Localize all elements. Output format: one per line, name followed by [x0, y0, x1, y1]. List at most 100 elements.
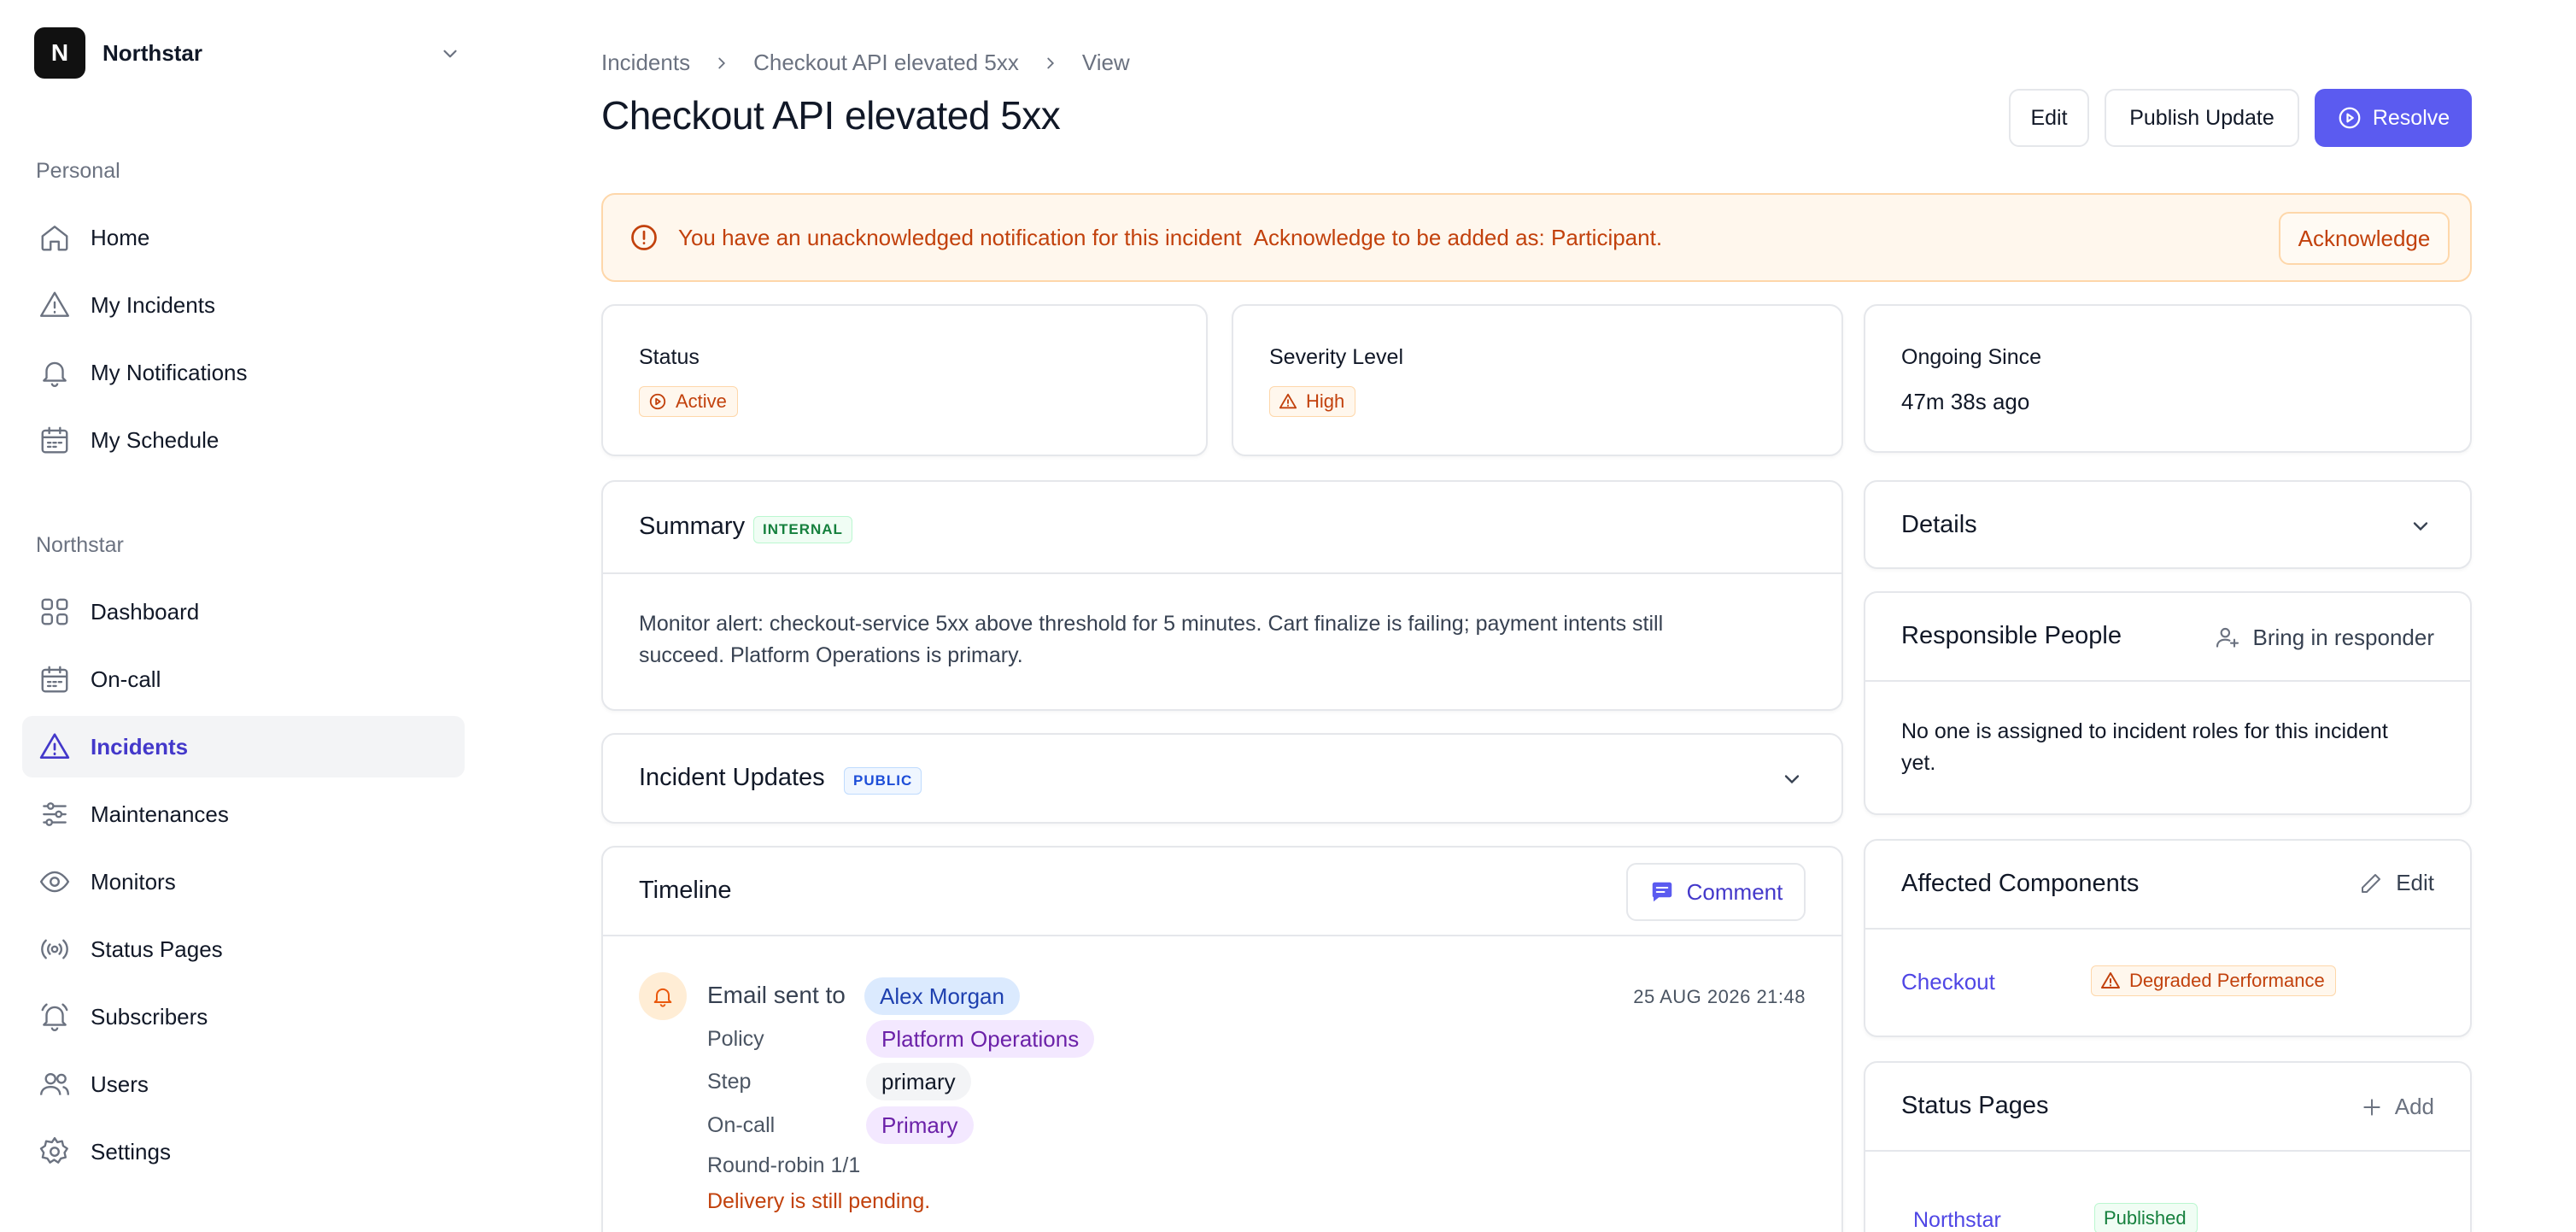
status-page-link[interactable]: Northstar	[1913, 1208, 2001, 1232]
comment-icon	[1649, 879, 1675, 905]
sidebar-item-on-call[interactable]: On-call	[22, 648, 465, 710]
sidebar-item-monitors[interactable]: Monitors	[22, 851, 465, 912]
play-circle-icon	[649, 393, 666, 410]
chevron-right-icon	[1041, 54, 1060, 73]
severity-label: Severity Level	[1269, 345, 1404, 369]
home-icon	[38, 220, 72, 255]
warning-icon	[38, 288, 72, 322]
component-link[interactable]: Checkout	[1901, 969, 1995, 995]
sidebar-item-label: My Incidents	[91, 291, 215, 318]
sidebar-item-label: Dashboard	[91, 598, 200, 625]
add-status-page-button[interactable]: Add	[2361, 1094, 2434, 1120]
sidebar-item-label: Users	[91, 1071, 149, 1097]
timeline-entry-prefix: Email sent to	[707, 982, 846, 1008]
ongoing-value: 47m 38s ago	[1901, 389, 2030, 414]
edit-button[interactable]: Edit	[2009, 89, 2089, 147]
policy-chip[interactable]: Platform Operations	[866, 1020, 1095, 1058]
sidebar-item-my-schedule[interactable]: My Schedule	[22, 409, 465, 471]
sidebar-item-label: Home	[91, 224, 150, 250]
bell-icon	[38, 1000, 72, 1034]
delivery-status: Delivery is still pending.	[707, 1189, 931, 1213]
summary-title: Summary	[639, 513, 746, 540]
add-label: Add	[2394, 1094, 2434, 1119]
user-plus-icon	[2216, 627, 2239, 648]
section-label-org: Northstar	[36, 533, 124, 557]
breadcrumb-incident[interactable]: Checkout API elevated 5xx	[753, 50, 1019, 76]
sidebar-item-maintenances[interactable]: Maintenances	[22, 783, 465, 845]
bell-icon	[653, 988, 672, 1007]
sidebar-item-subscribers[interactable]: Subscribers	[22, 986, 465, 1047]
step-chip: primary	[866, 1063, 971, 1100]
public-tag: PUBLIC	[844, 767, 922, 795]
summary-header: Summary INTERNAL	[603, 482, 1841, 574]
component-status-badge: Degraded Performance	[2091, 965, 2336, 996]
incident-updates-card[interactable]: Incident Updates PUBLIC	[601, 733, 1843, 824]
policy-label: Policy	[707, 1027, 764, 1051]
org-avatar: N	[34, 27, 85, 79]
grid-icon	[38, 595, 72, 629]
sidebar-item-incidents[interactable]: Incidents	[22, 716, 465, 777]
alert-circle-icon	[629, 222, 659, 253]
breadcrumb-view: View	[1081, 50, 1130, 75]
bell-icon	[38, 355, 72, 390]
responsible-line-1: No one is assigned to incident roles for…	[1901, 719, 2388, 743]
plus-icon	[2363, 1098, 2380, 1116]
pencil-icon	[2362, 873, 2381, 893]
resolve-button[interactable]: Resolve	[2315, 89, 2472, 147]
summary-line-1: Monitor alert: checkout-service 5xx abov…	[639, 612, 1664, 636]
details-card[interactable]: Details	[1864, 480, 2472, 569]
broadcast-icon	[38, 932, 72, 966]
sidebar-item-dashboard[interactable]: Dashboard	[22, 581, 465, 642]
oncall-chip[interactable]: Primary	[866, 1106, 974, 1144]
incident-updates-title: Incident Updates	[639, 764, 825, 791]
sidebar-item-users[interactable]: Users	[22, 1053, 465, 1115]
chevron-right-icon	[712, 54, 731, 73]
acknowledge-button[interactable]: Acknowledge	[2279, 212, 2450, 265]
org-switcher[interactable]: N Northstar	[34, 27, 461, 79]
sidebar-item-label: My Schedule	[91, 426, 220, 453]
warning-icon	[38, 730, 72, 764]
sidebar-item-my-notifications[interactable]: My Notifications	[22, 342, 465, 403]
affected-components-card: Affected Components Edit Checkout Degrad…	[1864, 839, 2472, 1037]
publish-update-button[interactable]: Publish Update	[2105, 89, 2299, 147]
sidebar-item-label: Subscribers	[91, 1003, 208, 1030]
status-label: Status	[639, 345, 700, 369]
breadcrumb-incidents[interactable]: Incidents	[601, 50, 690, 76]
sidebar-item-label: Status Pages	[91, 936, 223, 962]
sidebar-item-my-incidents[interactable]: My Incidents	[22, 274, 465, 336]
status-pages-card: Status Pages Add Northstar Published	[1864, 1061, 2472, 1232]
main-content: Incidents Checkout API elevated 5xx View…	[601, 0, 2472, 1232]
severity-value: High	[1306, 390, 1345, 412]
sidebar-item-status-pages[interactable]: Status Pages	[22, 918, 465, 980]
sidebar-item-label: Incidents	[91, 733, 189, 760]
recipient-chip[interactable]: Alex Morgan	[864, 977, 1020, 1015]
timeline-card: Timeline Comment Email sent to Alex Morg…	[601, 846, 1843, 1232]
responsible-header: Responsible People Bring in responder	[1865, 593, 2470, 682]
org-name: Northstar	[102, 39, 203, 66]
ongoing-label: Ongoing Since	[1901, 345, 2042, 369]
severity-card: Severity Level High	[1232, 304, 1843, 456]
timeline-entry-time: 25 AUG 2026 21:48	[1633, 986, 1806, 1007]
round-robin-text: Round-robin 1/1	[707, 1153, 861, 1177]
timeline-header: Timeline Comment	[603, 848, 1841, 936]
section-label-personal: Personal	[36, 159, 120, 183]
oncall-label: On-call	[707, 1113, 776, 1137]
unacknowledged-alert: You have an unacknowledged notification …	[601, 193, 2472, 282]
play-circle-icon	[2337, 105, 2362, 131]
component-status: Degraded Performance	[2129, 970, 2325, 991]
sidebar-item-label: My Notifications	[91, 359, 248, 385]
bring-in-responder-button[interactable]: Bring in responder	[2214, 624, 2434, 651]
sidebar-item-label: Maintenances	[91, 801, 229, 827]
comment-button[interactable]: Comment	[1626, 863, 1806, 921]
edit-components-button[interactable]: Edit	[2358, 870, 2434, 896]
severity-badge: High	[1269, 386, 1356, 417]
comment-label: Comment	[1686, 878, 1783, 905]
notification-marker	[639, 972, 687, 1020]
sidebar-item-settings[interactable]: Settings	[22, 1121, 465, 1182]
details-title: Details	[1901, 511, 1977, 538]
sidebar-item-home[interactable]: Home	[22, 207, 465, 268]
chevron-down-icon	[1780, 767, 1804, 791]
breadcrumb: Incidents Checkout API elevated 5xx View	[601, 50, 1130, 76]
sidebar: N Northstar Personal Home My Incidents M…	[0, 0, 495, 1232]
chevron-down-icon	[2409, 514, 2433, 538]
